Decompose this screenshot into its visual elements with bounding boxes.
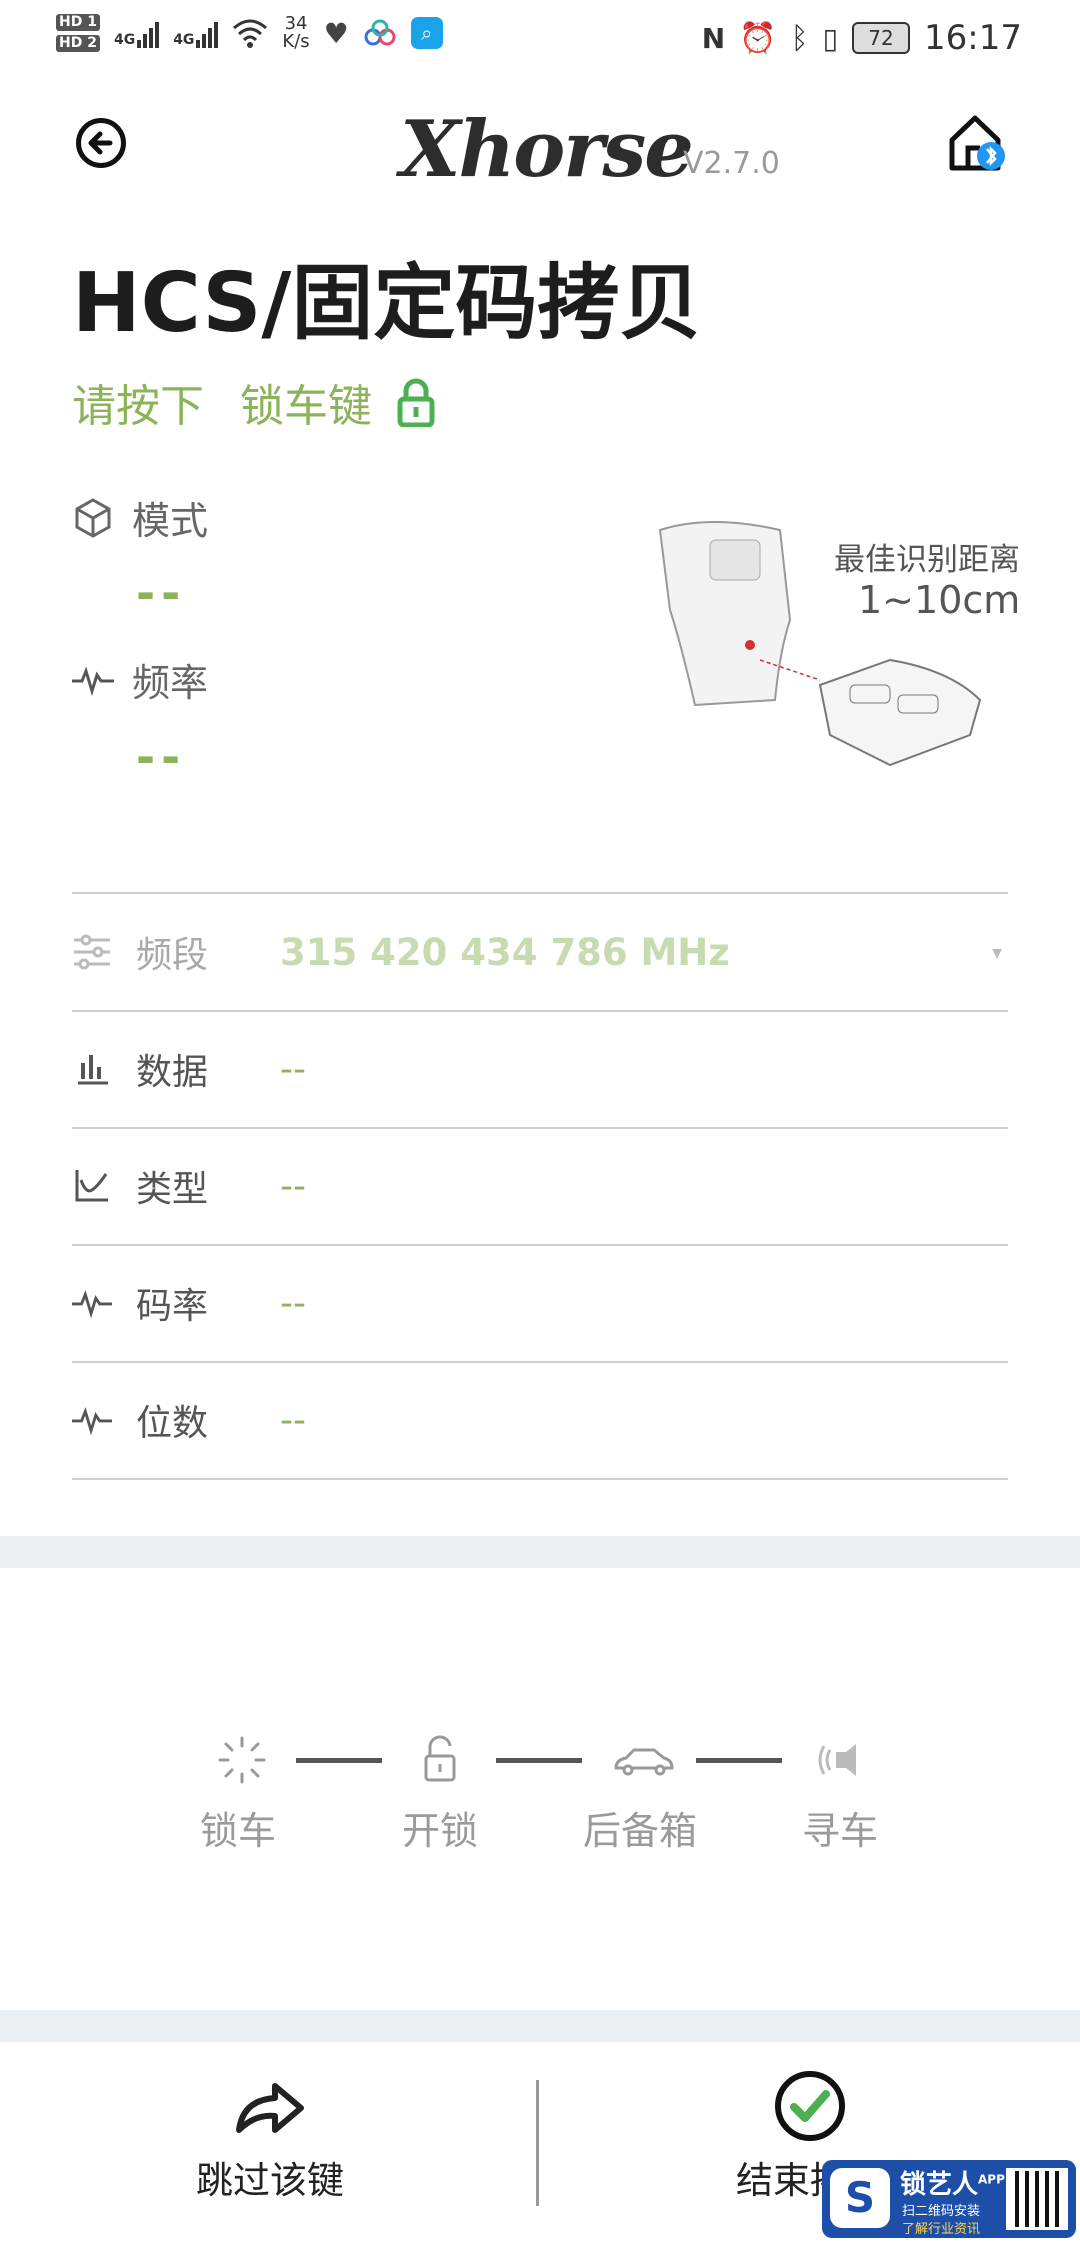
band-value: 315 420 434 786 MHz	[280, 930, 730, 974]
freq-value: --	[136, 730, 187, 784]
loading-spinner-icon	[218, 1736, 266, 1784]
shield-logo-icon: S	[830, 2168, 890, 2228]
health-icon: ♥	[323, 16, 349, 50]
type-value: --	[280, 1165, 306, 1207]
watermark-app-text: APP	[978, 2172, 1005, 2187]
baud-value: --	[280, 1282, 306, 1324]
nfc-icon: N	[701, 21, 726, 55]
section-divider	[0, 1536, 1080, 1568]
data-value: --	[280, 1048, 306, 1090]
step-lock-label: 锁车	[199, 1809, 276, 1853]
home-bluetooth-icon	[949, 115, 1005, 171]
search-app-icon: ⌕	[410, 17, 443, 49]
signal-icon	[137, 18, 160, 48]
hd1-badge: HD 1	[56, 14, 100, 31]
step-connector	[696, 1758, 782, 1763]
bar-chart-icon	[78, 1055, 108, 1085]
step-lock	[216, 1734, 268, 1790]
net1-label: 4G	[113, 32, 136, 48]
arrow-left-icon	[88, 131, 113, 155]
waveform-icon	[72, 1290, 112, 1319]
watermark-line1: 扫二维码安装	[902, 2204, 981, 2219]
signal-icon	[196, 18, 219, 48]
page-title: HCS/固定码拷贝	[72, 256, 702, 351]
watermark-banner: S 锁艺人APP 扫二维码安装 了解行业资讯	[822, 2160, 1076, 2238]
horn-icon	[818, 1744, 856, 1776]
distance-value: 1~10cm	[858, 578, 1021, 622]
net2-label: 4G	[173, 32, 195, 48]
speed-unit: K/s	[282, 31, 310, 52]
step-connector	[496, 1758, 582, 1763]
waveform-icon	[72, 665, 114, 696]
step-trunk	[612, 1734, 676, 1790]
type-row: 类型 --	[72, 1128, 1008, 1246]
app-version: V2.7.0	[683, 146, 780, 181]
waveform-icon	[72, 1407, 112, 1436]
check-circle-icon	[775, 2071, 845, 2141]
step-connector	[296, 1758, 382, 1763]
battery-icon: 72	[852, 22, 911, 54]
data-row: 数据 --	[72, 1011, 1008, 1129]
baud-label: 码率	[136, 1286, 209, 1327]
skip-key-label: 跳过该键	[196, 2159, 344, 2202]
lock-icon	[397, 378, 435, 427]
status-left: HD 1 HD 2 4G 4G 34 K/s ♥ ⌕	[56, 12, 443, 54]
baud-row: 码率 --	[72, 1245, 1008, 1363]
section-divider	[0, 2010, 1080, 2042]
step-unlock-label: 开锁	[401, 1809, 478, 1853]
band-label: 频段	[136, 935, 209, 976]
step-unlock	[414, 1734, 466, 1790]
bits-label: 位数	[136, 1403, 209, 1444]
bluetooth-icon: ᛒ	[790, 20, 809, 56]
unlock-icon	[424, 1735, 456, 1782]
wifi-icon	[233, 19, 268, 48]
mode-value: --	[136, 566, 187, 620]
instruction-key: 锁车键	[240, 381, 372, 432]
device-home-button[interactable]	[948, 112, 1006, 174]
brand-logo: Xhorse	[400, 104, 694, 195]
cloud-app-icon	[364, 19, 396, 46]
car-trunk-icon	[614, 1748, 674, 1776]
type-label: 类型	[136, 1169, 209, 1210]
mode-label: 模式	[132, 499, 209, 543]
band-row[interactable]: 频段 315 420 434 786 MHz ▾	[72, 894, 1008, 1012]
watermark-brand-text: 锁艺人	[900, 2170, 979, 2200]
hd2-badge: HD 2	[56, 35, 100, 52]
freq-label: 频率	[132, 661, 209, 705]
freq-label-group: 频率	[72, 652, 208, 707]
step-find-label: 寻车	[801, 1809, 878, 1853]
skip-key-button[interactable]: 跳过该键	[120, 2070, 420, 2220]
line-chart-icon	[75, 1170, 108, 1202]
step-find	[816, 1734, 868, 1790]
vibrate-icon: ▯	[822, 21, 839, 55]
alarm-icon: ⏰	[739, 20, 777, 56]
dropdown-arrow-icon: ▾	[991, 940, 1002, 964]
qr-code	[1006, 2168, 1068, 2230]
bits-row: 位数 --	[72, 1362, 1008, 1480]
instruction: 请按下 锁车键	[72, 370, 436, 434]
status-right: N ⏰ ᛒ ▯ 72 16:17	[702, 18, 1022, 58]
status-bar: HD 1 HD 2 4G 4G 34 K/s ♥ ⌕ N ⏰ ᛒ ▯ 72 16…	[0, 0, 1080, 80]
back-button[interactable]	[76, 118, 126, 168]
instruction-prefix: 请按下	[72, 381, 204, 432]
cube-icon	[75, 497, 111, 538]
bits-value: --	[280, 1399, 306, 1441]
step-trunk-label: 后备箱	[582, 1809, 697, 1853]
bottom-divider	[536, 2080, 539, 2206]
mode-label-group: 模式	[72, 490, 208, 545]
data-label: 数据	[136, 1052, 209, 1093]
clock: 16:17	[924, 18, 1022, 58]
watermark-brand: 锁艺人APP	[900, 2164, 1005, 2201]
sliders-icon	[74, 934, 110, 970]
watermark-line2: 了解行业资讯	[902, 2222, 981, 2237]
distance-title: 最佳识别距离	[834, 542, 1020, 578]
share-arrow-icon	[236, 2083, 304, 2133]
